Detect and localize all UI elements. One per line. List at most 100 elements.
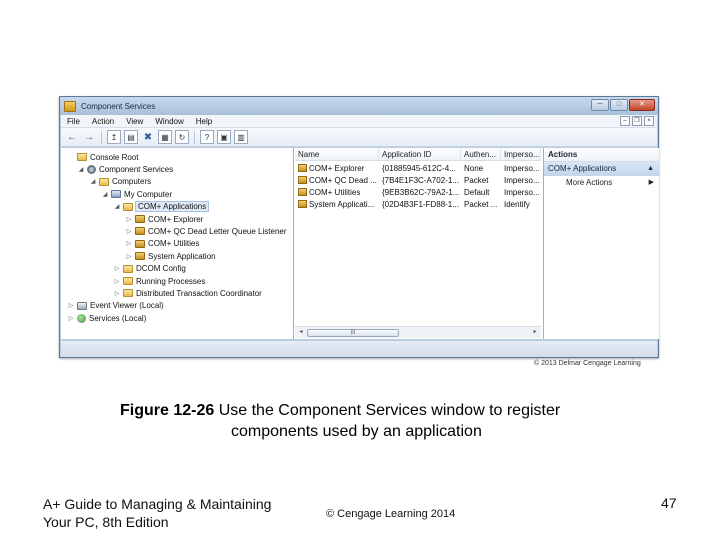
folder-icon (123, 202, 133, 211)
column-header-application-id[interactable]: Application ID (379, 148, 461, 161)
gear-icon (87, 164, 96, 174)
table-row[interactable]: COM+ Explorer {01885945-612C-4... None Impe… (295, 163, 541, 175)
collapse-arrow-icon[interactable]: ◢ (101, 191, 109, 198)
folder-icon (77, 153, 87, 161)
expand-arrow-icon[interactable]: ▷ (67, 315, 75, 322)
collapse-icon[interactable]: ▲ (647, 162, 654, 176)
forward-icon[interactable]: → (82, 130, 96, 144)
component-services-icon (64, 100, 76, 112)
computer-icon (111, 190, 121, 199)
window-title: Component Services (81, 101, 156, 111)
collapse-arrow-icon[interactable]: ◢ (113, 203, 121, 210)
child-restore-button[interactable]: ❐ (632, 116, 642, 126)
cell-name: COM+ QC Dead ... (295, 175, 379, 187)
help-icon[interactable]: ? (200, 130, 214, 144)
back-icon[interactable]: ← (65, 130, 79, 144)
page-number: 47 (661, 495, 677, 511)
tree-item[interactable]: ▷ Distributed Transaction Coordinator (113, 287, 262, 299)
tree-item[interactable]: ▷ Services (Local) (67, 312, 146, 324)
show-hide-tree-icon[interactable]: ▤ (124, 130, 138, 144)
scroll-right-icon[interactable]: ▸ (529, 327, 541, 338)
tree-item[interactable]: Console Root (67, 151, 138, 163)
tree-item-label: Component Services (99, 164, 174, 174)
expand-arrow-icon[interactable]: ▷ (113, 278, 121, 285)
expand-arrow-icon[interactable]: ▷ (125, 253, 133, 260)
actions-header: Actions (544, 148, 659, 162)
tree-item-label: Computers (112, 177, 152, 187)
close-button[interactable]: ✕ (629, 99, 655, 111)
cell-text: COM+ Explorer (309, 164, 365, 173)
submenu-arrow-icon: ▶ (648, 179, 654, 186)
menu-window[interactable]: Window (155, 117, 183, 126)
expand-arrow-icon[interactable]: ▷ (125, 216, 133, 223)
expand-arrow-icon[interactable]: ▷ (113, 290, 121, 297)
menu-view[interactable]: View (126, 117, 143, 126)
expand-arrow-icon[interactable]: ▷ (67, 302, 75, 309)
delete-icon[interactable]: ✖ (141, 130, 155, 144)
minimize-button[interactable]: ─ (591, 99, 609, 111)
cell-application-id: {02D4B3F1-FD88-1... (382, 200, 459, 209)
book-title-line-2: Your PC, 8th Edition (43, 514, 169, 530)
tree-item[interactable]: ◢ My Computer (101, 188, 172, 200)
horizontal-scrollbar[interactable]: ◂ III ▸ (295, 326, 541, 338)
tree-item-label: Event Viewer (Local) (90, 301, 164, 311)
menu-action[interactable]: Action (92, 117, 114, 126)
detail-view-icon[interactable]: ▥ (234, 130, 248, 144)
slide: Component Services ─ □ ✕ File Action Vie… (0, 0, 720, 540)
scroll-left-icon[interactable]: ◂ (295, 327, 307, 338)
column-header-impersonation[interactable]: Imperso... (501, 148, 541, 161)
more-actions-label: More Actions (566, 178, 613, 187)
toolbar-divider (194, 130, 195, 144)
more-actions-item[interactable]: More Actions ▶ (544, 176, 659, 189)
cell-text: COM+ Utilities (309, 188, 361, 197)
component-services-window: Component Services ─ □ ✕ File Action Vie… (59, 96, 659, 358)
child-close-button[interactable]: × (644, 116, 654, 126)
cell-authentication: None (464, 164, 484, 173)
cell-authentication: Packet ... (464, 200, 498, 209)
menu-file[interactable]: File (67, 117, 80, 126)
up-one-level-icon[interactable]: ↥ (107, 130, 121, 144)
table-row[interactable]: COM+ Utilities {9EB3B62C-79A2-1... Default… (295, 187, 541, 199)
tree-item[interactable]: ▷ System Application (125, 250, 216, 262)
collapse-arrow-icon[interactable]: ◢ (89, 178, 97, 185)
tree-item[interactable]: ◢ Computers (89, 176, 151, 188)
table-row[interactable]: System Applicati... {02D4B3F1-FD88-1... Pa… (295, 199, 541, 211)
menu-help[interactable]: Help (196, 117, 212, 126)
collapse-arrow-icon[interactable]: ◢ (77, 166, 85, 173)
properties-icon[interactable]: ▦ (158, 130, 172, 144)
tree-item-label: Running Processes (136, 276, 206, 286)
table-row[interactable]: COM+ QC Dead ... {7B4E1F3C-A702-1... Packe… (295, 175, 541, 187)
title-bar[interactable]: Component Services ─ □ ✕ (60, 97, 658, 115)
column-header-authentication[interactable]: Authen... (461, 148, 501, 161)
tree-item[interactable]: ▷ COM+ Utilities (125, 238, 200, 250)
actions-section-label: COM+ Applications (548, 164, 617, 173)
expand-arrow-icon[interactable]: ▷ (125, 240, 133, 247)
tree-item[interactable]: ▷ Running Processes (113, 275, 206, 287)
tree-item-label: DCOM Config (136, 264, 186, 274)
actions-section-com-applications[interactable]: COM+ Applications ▲ (544, 162, 659, 176)
tree-item[interactable]: ▷ DCOM Config (113, 263, 186, 275)
tree-item-label: System Application (148, 251, 216, 261)
maximize-button[interactable]: □ (610, 99, 628, 111)
image-credit: © 2013 Delmar Cengage Learning (534, 360, 641, 367)
tree-item[interactable]: ▷ COM+ QC Dead Letter Queue Listener (125, 225, 287, 237)
expand-arrow-icon[interactable]: ▷ (113, 265, 121, 272)
tree-item[interactable]: ▷ COM+ Explorer (125, 213, 204, 225)
child-minimize-button[interactable]: – (620, 116, 630, 126)
column-header-name[interactable]: Name (295, 148, 379, 161)
tree-item-label: My Computer (124, 189, 173, 199)
cell-name: System Applicati... (295, 199, 379, 211)
folder-icon (123, 277, 133, 285)
tree-item[interactable]: ◢ COM+ Applications (113, 201, 210, 213)
refresh-icon[interactable]: ↻ (175, 130, 189, 144)
scroll-thumb[interactable]: III (307, 329, 399, 337)
cell-text: System Applicati... (309, 200, 375, 209)
expand-arrow-icon[interactable]: ▷ (125, 228, 133, 235)
view-icon[interactable]: ▣ (217, 130, 231, 144)
list-header: Name Application ID Authen... Imperso... (295, 148, 541, 161)
tree-item[interactable]: ▷ Event Viewer (Local) (67, 300, 164, 312)
child-window-controls: – ❐ × (620, 116, 654, 126)
tree-item[interactable]: ◢ Component Services (77, 163, 173, 175)
globe-icon (77, 313, 86, 323)
tree-item-label: COM+ Utilities (148, 239, 200, 249)
